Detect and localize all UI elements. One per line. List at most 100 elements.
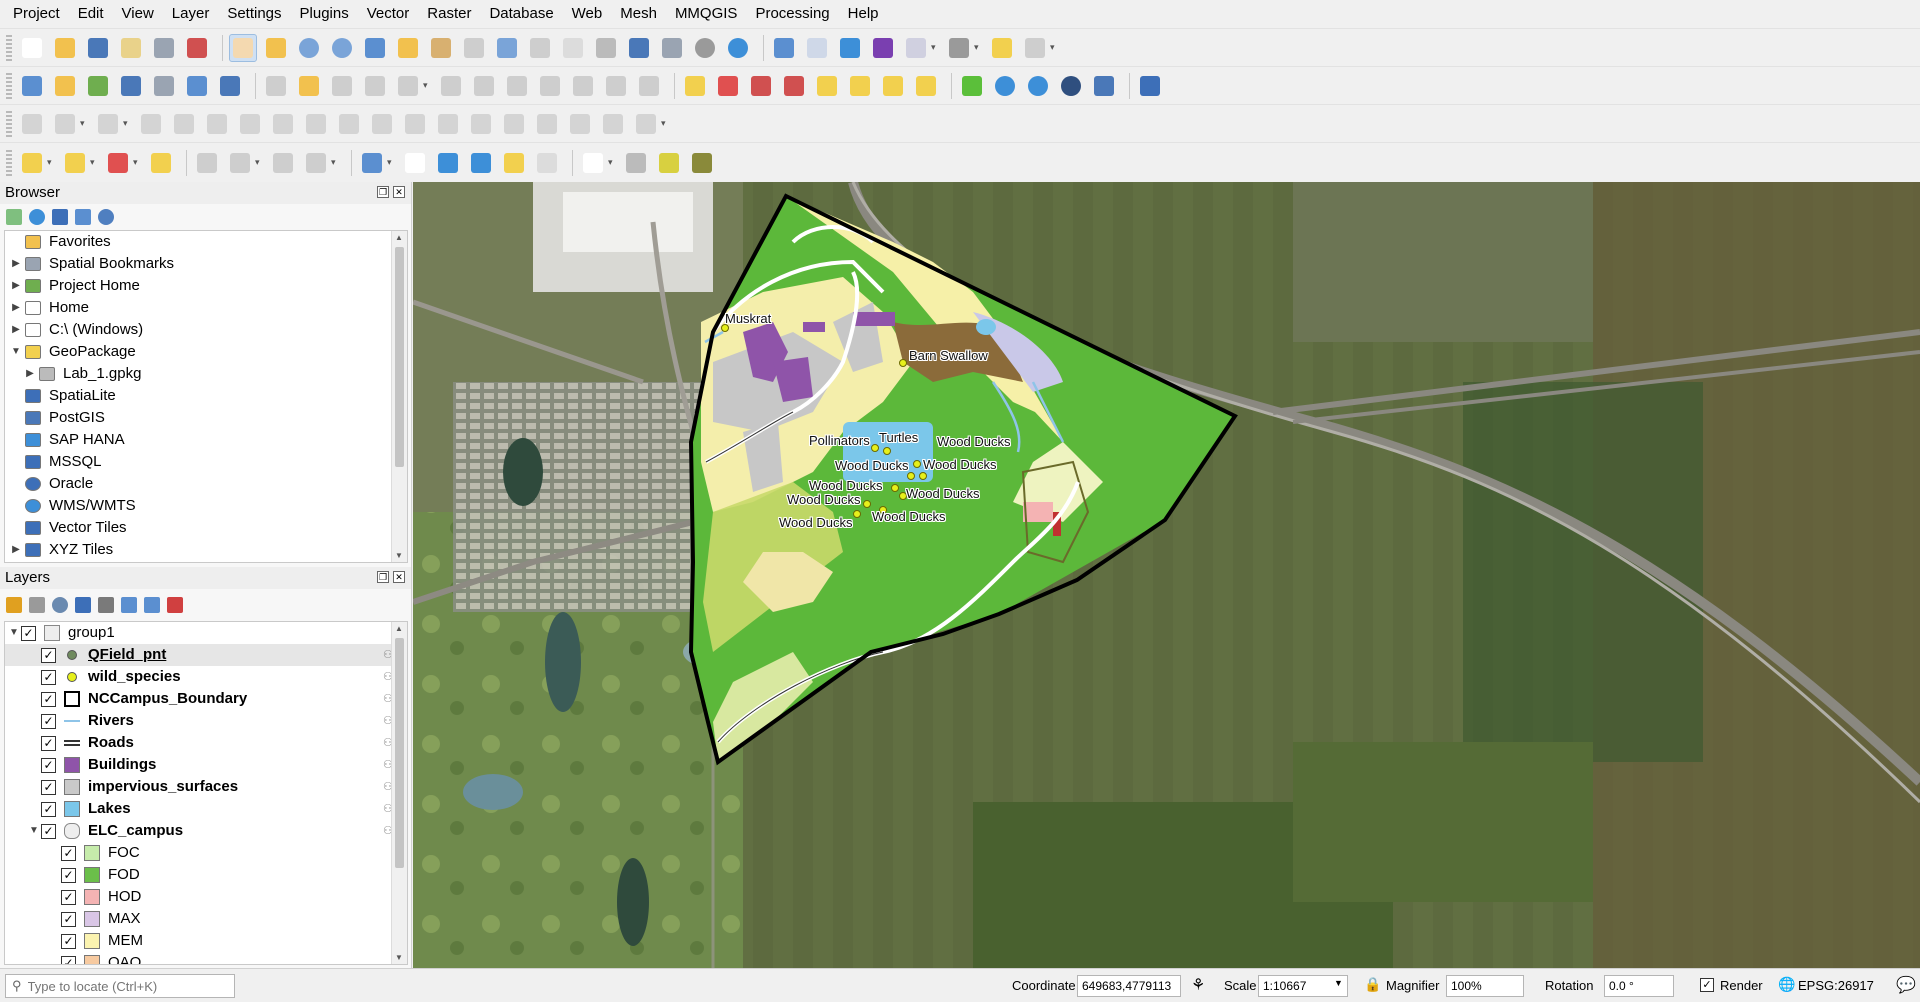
add-selected-icon[interactable] [6,209,22,225]
menu-layer[interactable]: Layer [163,0,219,28]
visibility-icon[interactable] [52,597,68,613]
globe-1-button[interactable] [991,72,1019,100]
info-icon[interactable] [98,209,114,225]
fill-ring-button[interactable] [236,110,264,138]
chevron-right-icon[interactable]: ▶ [9,539,23,561]
menu-project[interactable]: Project [4,0,69,28]
browser-item[interactable]: Oracle [5,473,407,495]
layer-visibility-checkbox[interactable]: ✓ [41,735,56,751]
layer-item[interactable]: ✓ FOD [5,864,407,886]
zoom-last-button[interactable] [493,34,521,62]
locator-bar[interactable]: ⚲ [5,974,235,998]
layer-visibility-checkbox[interactable]: ✓ [41,669,56,685]
chevron-down-icon[interactable]: ▾ [974,42,984,53]
browser-item[interactable]: ▶ C:\ (Windows) [5,319,407,341]
browser-item[interactable]: Vector Tiles [5,517,407,539]
layer-visibility-checkbox[interactable]: ✓ [41,757,56,773]
new-map-view-button[interactable] [559,34,587,62]
select-annotation-button[interactable] [401,149,429,177]
pan-to-selection-button[interactable] [262,34,290,62]
menu-web[interactable]: Web [563,0,612,28]
select-by-value-button[interactable] [61,149,89,177]
browser-item[interactable]: ▶ Home [5,297,407,319]
browser-item[interactable]: Favorites [5,231,407,253]
save-edits-button[interactable] [328,72,356,100]
float-panel-button[interactable]: ❐ [377,571,389,583]
edits-button[interactable] [262,72,290,100]
points-button[interactable] [94,110,122,138]
split-features-button[interactable] [467,110,495,138]
move-label-button[interactable] [846,72,874,100]
attribute-form-button[interactable] [226,149,254,177]
messages-icon[interactable]: 💬 [1896,975,1916,995]
pan-button[interactable] [229,33,257,62]
browser-item[interactable]: SpatiaLite [5,385,407,407]
chevron-right-icon[interactable]: ▶ [9,319,23,341]
menu-plugins[interactable]: Plugins [291,0,358,28]
layer-visibility-checkbox[interactable]: ✓ [41,823,56,839]
map-3d-button[interactable] [655,149,683,177]
label-toolbar-button[interactable] [681,72,709,100]
rotate-symbols-button[interactable] [599,110,627,138]
browser-item[interactable]: ▼ GeoPackage [5,341,407,363]
layer-item[interactable]: ✓ Rivers ⚇ [5,710,407,732]
annotations-button[interactable] [1021,34,1049,62]
save-as-button[interactable] [117,34,145,62]
redo-button[interactable] [635,72,663,100]
filter-expression-icon[interactable] [98,597,114,613]
select-features-button[interactable] [18,149,46,177]
zoom-in-button[interactable] [295,34,323,62]
reshape-button[interactable] [335,110,363,138]
chevron-down-icon[interactable]: ▾ [661,118,671,129]
chevron-down-icon[interactable]: ▾ [133,157,143,168]
identify-button[interactable] [770,34,798,62]
refresh-icon[interactable] [29,209,45,225]
float-panel-button[interactable]: ❐ [377,186,389,198]
delete-ring-button[interactable] [269,110,297,138]
undo-button[interactable] [602,72,630,100]
merge-attributes-button[interactable] [566,110,594,138]
move-node-button[interactable] [467,149,495,177]
menu-edit[interactable]: Edit [69,0,113,28]
show-bookmarks-button[interactable] [658,34,686,62]
chevron-down-icon[interactable]: ▾ [1050,42,1060,53]
chevron-down-icon[interactable]: ▾ [423,80,433,91]
layer-visibility-checkbox[interactable]: ✓ [41,713,56,729]
temporal-controller-button[interactable] [691,34,719,62]
browser-item[interactable]: ▶ Spatial Bookmarks [5,253,407,275]
close-panel-button[interactable]: ✕ [393,186,405,198]
text-frame-button[interactable] [579,149,607,177]
browser-item[interactable]: ▶ Project Home [5,275,407,297]
layer-visibility-checkbox[interactable]: ✓ [41,779,56,795]
open-project-button[interactable] [51,34,79,62]
toggle-extents-icon[interactable]: ⚘ [1191,975,1205,995]
chevron-down-icon[interactable]: ▾ [90,157,100,168]
3d-box-button[interactable] [622,149,650,177]
layer-item[interactable]: ✓ Roads ⚇ [5,732,407,754]
zoom-out-button[interactable] [328,34,356,62]
layer-visibility-checkbox[interactable]: ✓ [61,867,76,883]
chevron-down-icon[interactable]: ▼ [1334,978,1343,988]
map-canvas[interactable]: Muskrat Barn Swallow Pollinators Turtles… [413,182,1920,968]
layer-properties-button[interactable] [269,149,297,177]
style-icon[interactable] [6,597,22,613]
crs-button[interactable]: EPSG:26917 [1798,978,1874,993]
add-wms-button[interactable] [183,72,211,100]
chevron-down-icon[interactable]: ▼ [7,622,21,644]
chevron-down-icon[interactable]: ▾ [387,157,397,168]
add-raster-button[interactable] [117,72,145,100]
browser-item[interactable]: WMS/WMTS [5,495,407,517]
deselect-button[interactable] [104,149,132,177]
data-source-manager-button[interactable] [18,72,46,100]
toggle-editing-button[interactable] [295,72,323,100]
menu-database[interactable]: Database [480,0,562,28]
metadata-button[interactable] [302,149,330,177]
toolbar-grip[interactable] [6,110,12,137]
menu-help[interactable]: Help [839,0,888,28]
layer-visibility-checkbox[interactable]: ✓ [41,801,56,817]
merge-features-button[interactable] [533,110,561,138]
filter-icon[interactable] [52,209,68,225]
chevron-right-icon[interactable]: ▶ [9,297,23,319]
statistics-button[interactable] [869,34,897,62]
expand-all-icon[interactable] [121,597,137,613]
